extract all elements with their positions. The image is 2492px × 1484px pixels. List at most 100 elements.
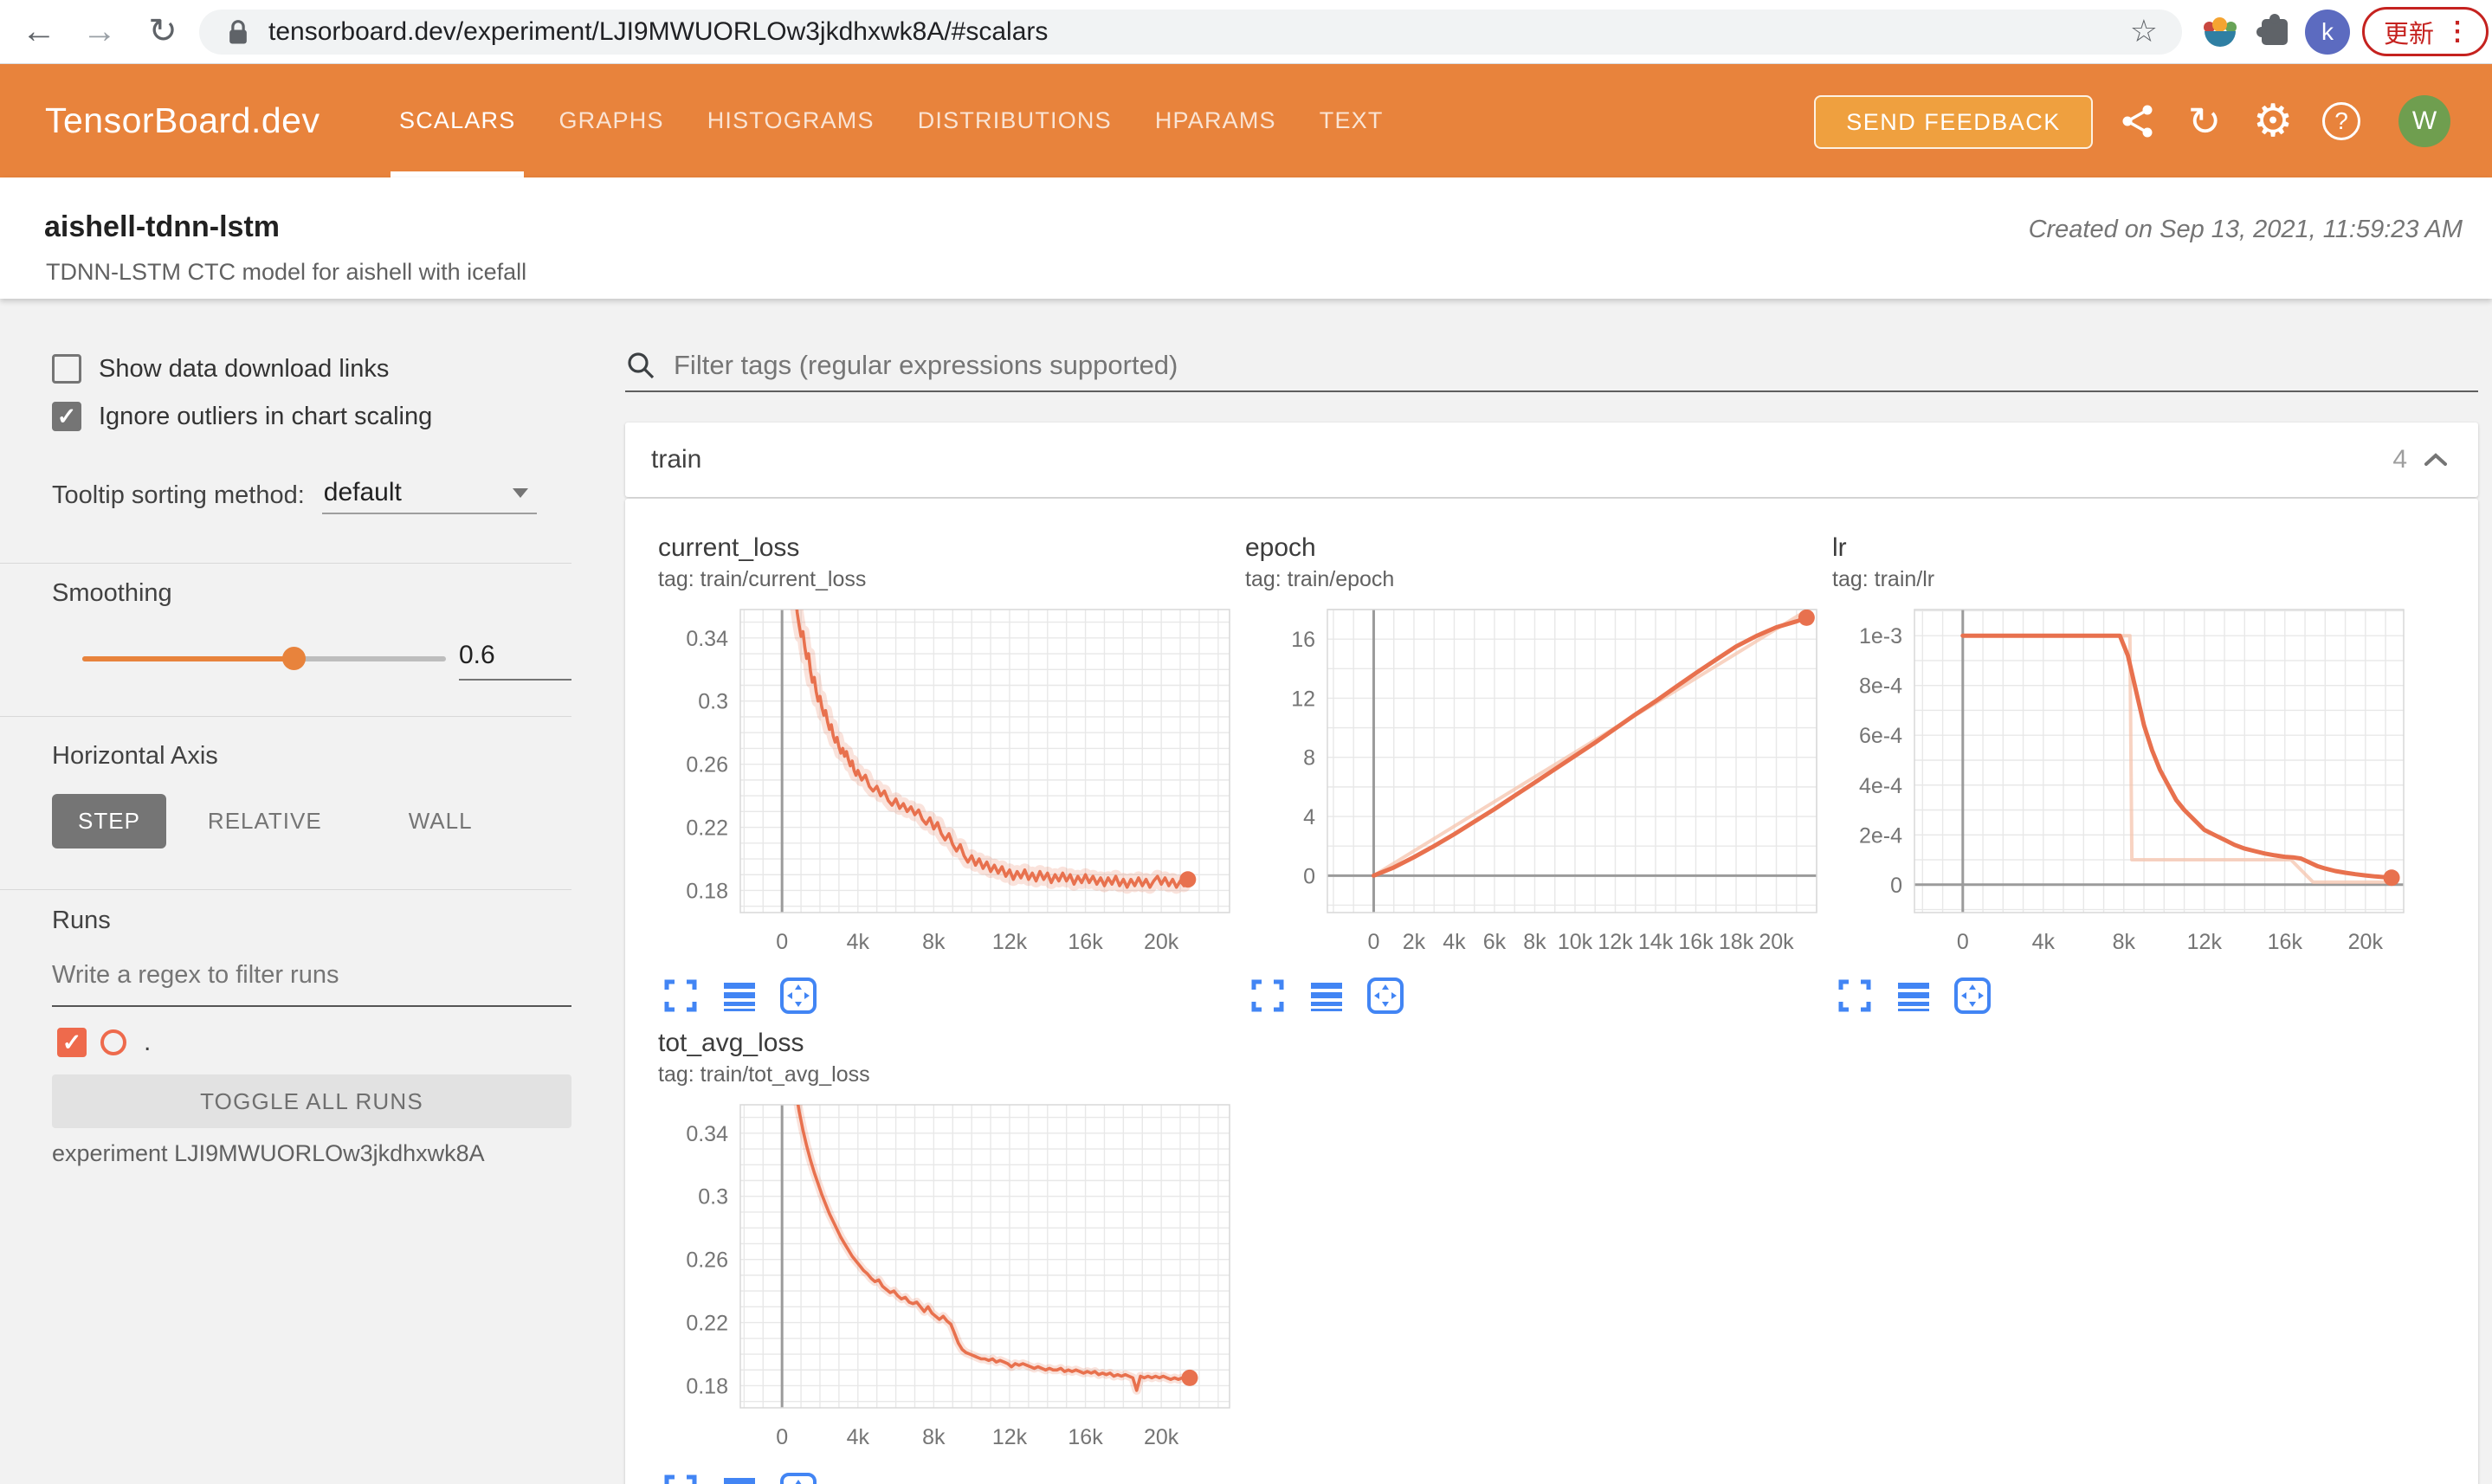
data-table-icon[interactable] <box>719 975 760 1016</box>
user-avatar[interactable]: W <box>2398 95 2450 147</box>
sidebar-divider <box>0 716 571 717</box>
svg-text:0: 0 <box>1890 874 1902 898</box>
share-icon[interactable] <box>2110 64 2166 177</box>
expand-chart-icon[interactable] <box>660 975 701 1016</box>
svg-text:0: 0 <box>776 930 788 954</box>
browser-profile-avatar[interactable]: k <box>2305 10 2350 55</box>
chrome-update-button[interactable]: 更新 ⋮ <box>2362 7 2489 56</box>
extensions-puzzle-icon[interactable] <box>2256 14 2288 45</box>
tab-distributions[interactable]: DISTRIBUTIONS <box>918 64 1112 177</box>
svg-text:4k: 4k <box>2032 930 2056 954</box>
chart-title: tot_avg_loss <box>658 1029 804 1057</box>
svg-text:16k: 16k <box>1678 930 1714 954</box>
current-loss-plot[interactable]: 0 4k 8k 12k 16k 20k 0.18 0.22 0.26 0.3 0.34 <box>658 599 1238 971</box>
slider-thumb[interactable] <box>281 647 306 670</box>
smoothing-value-input[interactable]: 0.6 <box>459 641 571 681</box>
svg-text:0.18: 0.18 <box>686 1374 728 1398</box>
tab-scalars[interactable]: SCALARS <box>390 64 525 177</box>
svg-text:2e-4: 2e-4 <box>1859 823 1902 848</box>
browser-menu-icon[interactable]: ⋮ <box>2444 16 2470 47</box>
update-label: 更新 <box>2384 20 2435 48</box>
ignore-outliers-checkbox[interactable]: ✓ <box>52 402 81 431</box>
extension-bowl-icon[interactable] <box>2202 14 2238 50</box>
chart-epoch: epoch tag: train/epoch 0 2k 4k 6k 8k 10k 12k 14… <box>1245 533 1832 1016</box>
axis-wall-button[interactable]: WALL <box>383 794 499 848</box>
address-bar[interactable]: tensorboard.dev/experiment/LJI9MWUORLOw3… <box>199 10 2182 55</box>
svg-text:8k: 8k <box>922 1425 946 1449</box>
svg-text:0.18: 0.18 <box>686 879 728 903</box>
svg-text:12k: 12k <box>2187 930 2223 954</box>
app-logo[interactable]: TensorBoard.dev <box>45 64 320 177</box>
run-checkbox[interactable]: ✓ <box>57 1028 87 1057</box>
browser-refresh-icon[interactable]: ↻ <box>141 10 184 52</box>
fit-domain-icon[interactable] <box>1952 975 1993 1016</box>
data-table-icon[interactable] <box>1306 975 1347 1016</box>
chart-title: lr <box>1832 533 1847 562</box>
refresh-data-icon[interactable]: ↻ <box>2177 64 2232 177</box>
send-feedback-button[interactable]: SEND FEEDBACK <box>1814 95 2093 149</box>
ignore-outliers-row[interactable]: ✓ Ignore outliers in chart scaling <box>52 402 432 431</box>
collapse-chevron-icon[interactable] <box>2423 452 2449 468</box>
data-table-icon[interactable] <box>1893 975 1934 1016</box>
svg-text:16k: 16k <box>2268 930 2303 954</box>
lr-plot[interactable]: 0 4k 8k 12k 16k 20k 0 2e-4 4e-4 6e-4 8e-4 1e-3 <box>1832 599 2412 971</box>
url-text[interactable]: tensorboard.dev/experiment/LJI9MWUORLOw3… <box>268 17 1048 47</box>
svg-text:0.26: 0.26 <box>686 753 728 777</box>
epoch-plot[interactable]: 0 2k 4k 6k 8k 10k 12k 14k 16k 18k 20k 0 4 8 12 16 <box>1245 599 1825 971</box>
settings-gear-icon[interactable]: ⚙ <box>2245 64 2301 177</box>
fit-domain-icon[interactable] <box>1365 975 1406 1016</box>
svg-text:14k: 14k <box>1638 930 1674 954</box>
axis-step-button[interactable]: STEP <box>52 794 166 848</box>
smoothing-slider[interactable] <box>82 647 446 670</box>
expand-chart-icon[interactable] <box>1247 975 1288 1016</box>
show-download-links-checkbox[interactable] <box>52 354 81 384</box>
chart-toolbar <box>660 975 1245 1016</box>
chart-tag: tag: train/lr <box>1832 567 1935 591</box>
runs-regex-input[interactable]: Write a regex to filter runs <box>52 961 571 1007</box>
tab-histograms[interactable]: HISTOGRAMS <box>707 64 875 177</box>
axis-relative-button[interactable]: RELATIVE <box>182 794 348 848</box>
svg-text:16k: 16k <box>1068 930 1103 954</box>
browser-back-icon[interactable]: ← <box>17 10 61 52</box>
chart-toolbar <box>1834 975 2419 1016</box>
tab-text[interactable]: TEXT <box>1320 64 1384 177</box>
filter-tags-input[interactable]: Filter tags (regular expressions support… <box>625 340 2478 392</box>
data-table-icon[interactable] <box>719 1470 760 1484</box>
bookmark-star-icon[interactable]: ☆ <box>2130 13 2158 49</box>
svg-text:0: 0 <box>776 1425 788 1449</box>
chart-tot-avg-loss: tot_avg_loss tag: train/tot_avg_loss 0 4k… <box>658 1029 1245 1484</box>
chart-toolbar <box>660 1470 1245 1484</box>
group-name: train <box>651 445 702 474</box>
expand-chart-icon[interactable] <box>1834 975 1875 1016</box>
show-download-links-row[interactable]: Show data download links <box>52 354 389 384</box>
fit-domain-icon[interactable] <box>778 975 819 1016</box>
tensorboard-page: ← → ↻ tensorboard.dev/experiment/LJI9MWU… <box>0 0 2492 1484</box>
svg-text:4: 4 <box>1303 805 1315 829</box>
tab-hparams[interactable]: HPARAMS <box>1155 64 1276 177</box>
run-color-swatch[interactable] <box>100 1029 126 1055</box>
chart-toolbar <box>1247 975 1832 1016</box>
runs-label: Runs <box>52 907 111 934</box>
chart-lr: lr tag: train/lr 0 4k 8k 12k 16k 20k 0 2e-4 4e-4… <box>1832 533 2419 1016</box>
tooltip-sorting-value: default <box>323 478 402 506</box>
experiment-name: aishell-tdnn-lstm <box>44 210 281 243</box>
help-icon[interactable]: ? <box>2314 64 2369 177</box>
run-row[interactable]: ✓ . <box>57 1028 151 1057</box>
tooltip-sorting-select[interactable]: default <box>321 476 537 514</box>
svg-text:18k: 18k <box>1719 930 1754 954</box>
svg-text:4e-4: 4e-4 <box>1859 774 1902 798</box>
toggle-all-runs-button[interactable]: TOGGLE ALL RUNS <box>52 1074 571 1128</box>
svg-text:8k: 8k <box>1523 930 1546 954</box>
app-header: TensorBoard.dev SCALARS GRAPHS HISTOGRAM… <box>0 64 2492 177</box>
tab-graphs[interactable]: GRAPHS <box>558 64 663 177</box>
fit-domain-icon[interactable] <box>778 1470 819 1484</box>
browser-forward-icon[interactable]: → <box>78 10 121 52</box>
chart-title: current_loss <box>658 533 800 562</box>
train-group-header[interactable]: train 4 <box>625 423 2478 497</box>
svg-text:8k: 8k <box>2113 930 2136 954</box>
expand-chart-icon[interactable] <box>660 1470 701 1484</box>
tot-avg-loss-plot[interactable]: 0 4k 8k 12k 16k 20k 0.18 0.22 0.26 0.3 0.34 <box>658 1094 1238 1467</box>
svg-text:0.3: 0.3 <box>698 690 728 714</box>
sidebar-divider <box>0 563 571 564</box>
nav-tabs: SCALARS GRAPHS HISTOGRAMS DISTRIBUTIONS … <box>390 64 1384 177</box>
